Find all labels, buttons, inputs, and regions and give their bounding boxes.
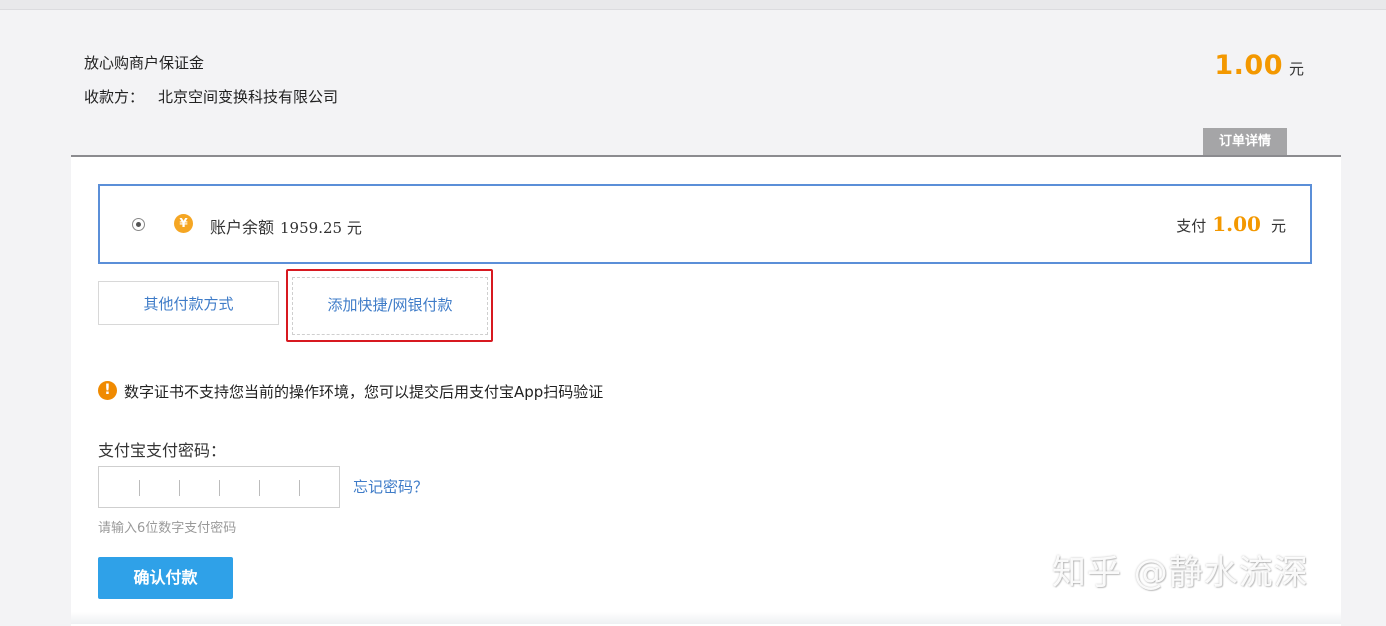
order-amount-unit: 元 — [1288, 60, 1304, 78]
pay-amount-value: 1.00 — [1212, 212, 1261, 236]
forgot-password-link[interactable]: 忘记密码？ — [353, 476, 428, 497]
password-digit-cell[interactable] — [299, 467, 339, 507]
password-hint: 请输入6位数字支付密码 — [98, 521, 237, 536]
order-amount-value: 1.00 — [1214, 50, 1283, 81]
balance-label: 账户余额 — [210, 218, 275, 237]
certificate-warning: 数字证书不支持您当前的操作环境，您可以提交后用支付宝App扫码验证 — [124, 383, 604, 401]
pay-amount-unit: 元 — [1270, 217, 1286, 235]
account-balance-option[interactable]: ¥ 账户余额 1959.25 元 支付 1.00 元 — [98, 184, 1312, 264]
password-digit-cell[interactable] — [219, 467, 259, 507]
yen-icon: ¥ — [174, 214, 193, 233]
order-title: 放心购商户保证金 — [84, 54, 205, 72]
password-digit-cell[interactable] — [259, 467, 299, 507]
top-bar — [0, 0, 1386, 10]
other-payment-methods-button[interactable]: 其他付款方式 — [98, 281, 279, 325]
confirm-payment-button[interactable]: 确认付款 — [98, 557, 233, 599]
balance-label-group: 账户余额 1959.25 元 — [210, 214, 362, 238]
watermark: 知乎 @静水流深 — [1052, 553, 1309, 593]
payee-label: 收款方： — [84, 88, 145, 106]
pay-label: 支付 — [1176, 217, 1207, 235]
password-digit-cell[interactable] — [139, 467, 179, 507]
order-details-tab[interactable]: 订单详情 — [1203, 128, 1287, 155]
payee-info: 收款方： 北京空间变换科技有限公司 — [84, 86, 338, 107]
password-label: 支付宝支付密码： — [98, 441, 227, 460]
order-amount: 1.00 元 — [1214, 50, 1304, 81]
balance-radio-button[interactable] — [132, 218, 145, 231]
exclamation-icon: ! — [98, 381, 117, 400]
bottom-edge — [71, 612, 1341, 624]
payee-name: 北京空间变换科技有限公司 — [158, 88, 339, 106]
password-input[interactable] — [98, 466, 340, 508]
balance-value: 1959.25 元 — [280, 219, 362, 237]
pay-amount: 支付 1.00 元 — [1176, 212, 1286, 236]
password-digit-cell[interactable] — [179, 467, 219, 507]
password-digit-cell[interactable] — [99, 467, 139, 507]
add-quick-bank-payment-button[interactable]: 添加快捷/网银付款 — [292, 277, 488, 335]
